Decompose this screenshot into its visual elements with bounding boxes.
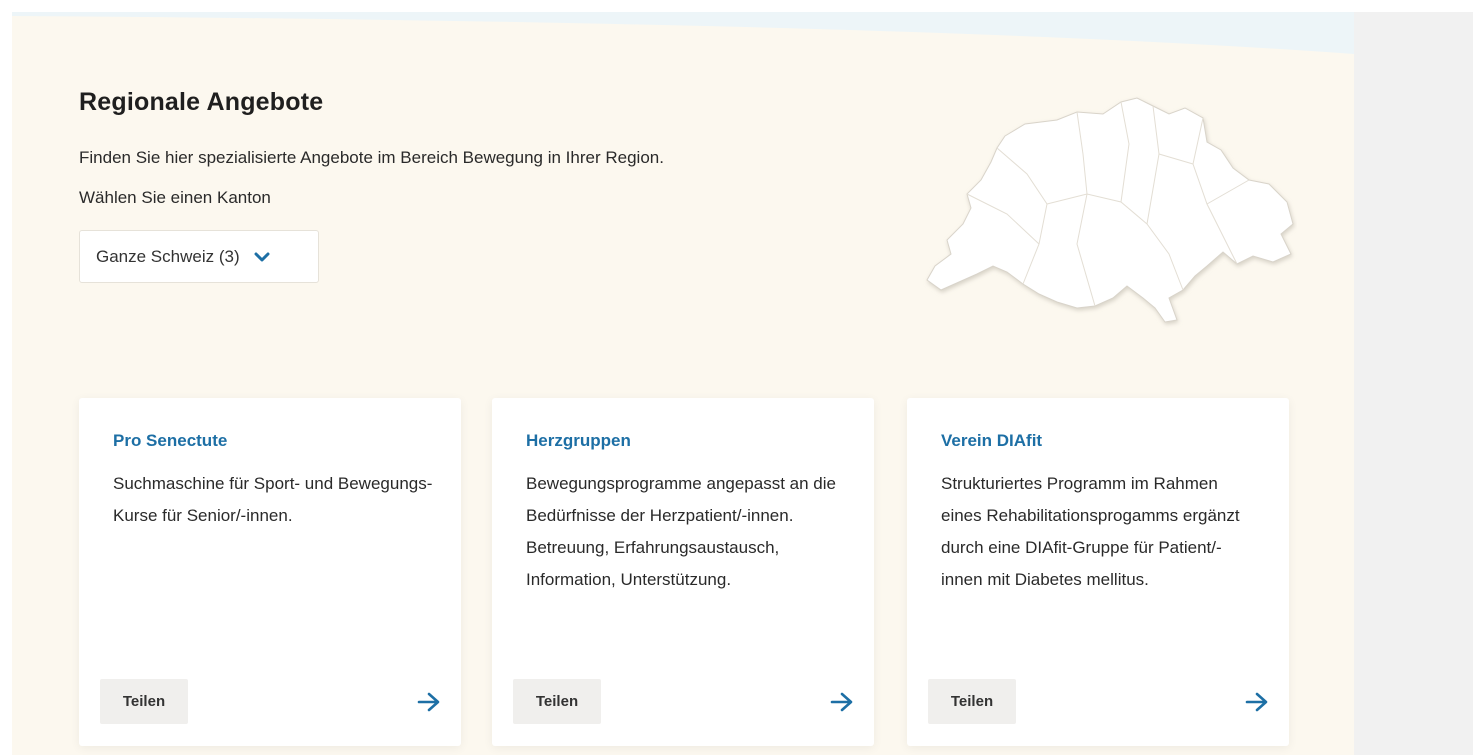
chevron-down-icon: [254, 251, 270, 263]
offer-card-description: Strukturiertes Programm im Rahmen eines …: [941, 474, 1240, 589]
kanton-select[interactable]: Ganze Schweiz (3): [79, 230, 319, 283]
arrow-right-icon[interactable]: [830, 692, 854, 712]
right-gutter: [1354, 12, 1473, 755]
section-title: Regionale Angebote: [79, 88, 324, 116]
share-button[interactable]: Teilen: [928, 679, 1016, 724]
offer-card-herzgruppen: Herzgruppen Bewegungsprogramme angepasst…: [492, 398, 874, 746]
arrow-right-icon[interactable]: [417, 692, 441, 712]
section-wave-decoration: [12, 12, 1354, 54]
offer-card-description: Suchmaschine für Sport- und Bewegungs-Ku…: [113, 474, 433, 525]
offer-card-title[interactable]: Herzgruppen: [526, 431, 631, 451]
share-button[interactable]: Teilen: [513, 679, 601, 724]
offer-card-title[interactable]: Verein DIAfit: [941, 431, 1042, 451]
top-strip: [12, 0, 1354, 12]
regional-offers-section: Regionale Angebote Finden Sie hier spezi…: [12, 12, 1354, 755]
share-button[interactable]: Teilen: [100, 679, 188, 724]
kanton-select-value: Ganze Schweiz (3): [96, 246, 240, 266]
offer-card-pro-senectute: Pro Senectute Suchmaschine für Sport- un…: [79, 398, 461, 746]
offer-card-title[interactable]: Pro Senectute: [113, 431, 227, 451]
section-intro: Finden Sie hier spezialisierte Angebote …: [79, 148, 664, 167]
offer-card-diafit: Verein DIAfit Strukturiertes Programm im…: [907, 398, 1289, 746]
switzerland-map: [926, 97, 1294, 323]
offer-card-description: Bewegungsprogramme angepasst an die Bedü…: [526, 474, 836, 589]
kanton-select-label: Wählen Sie einen Kanton: [79, 188, 271, 207]
arrow-right-icon[interactable]: [1245, 692, 1269, 712]
